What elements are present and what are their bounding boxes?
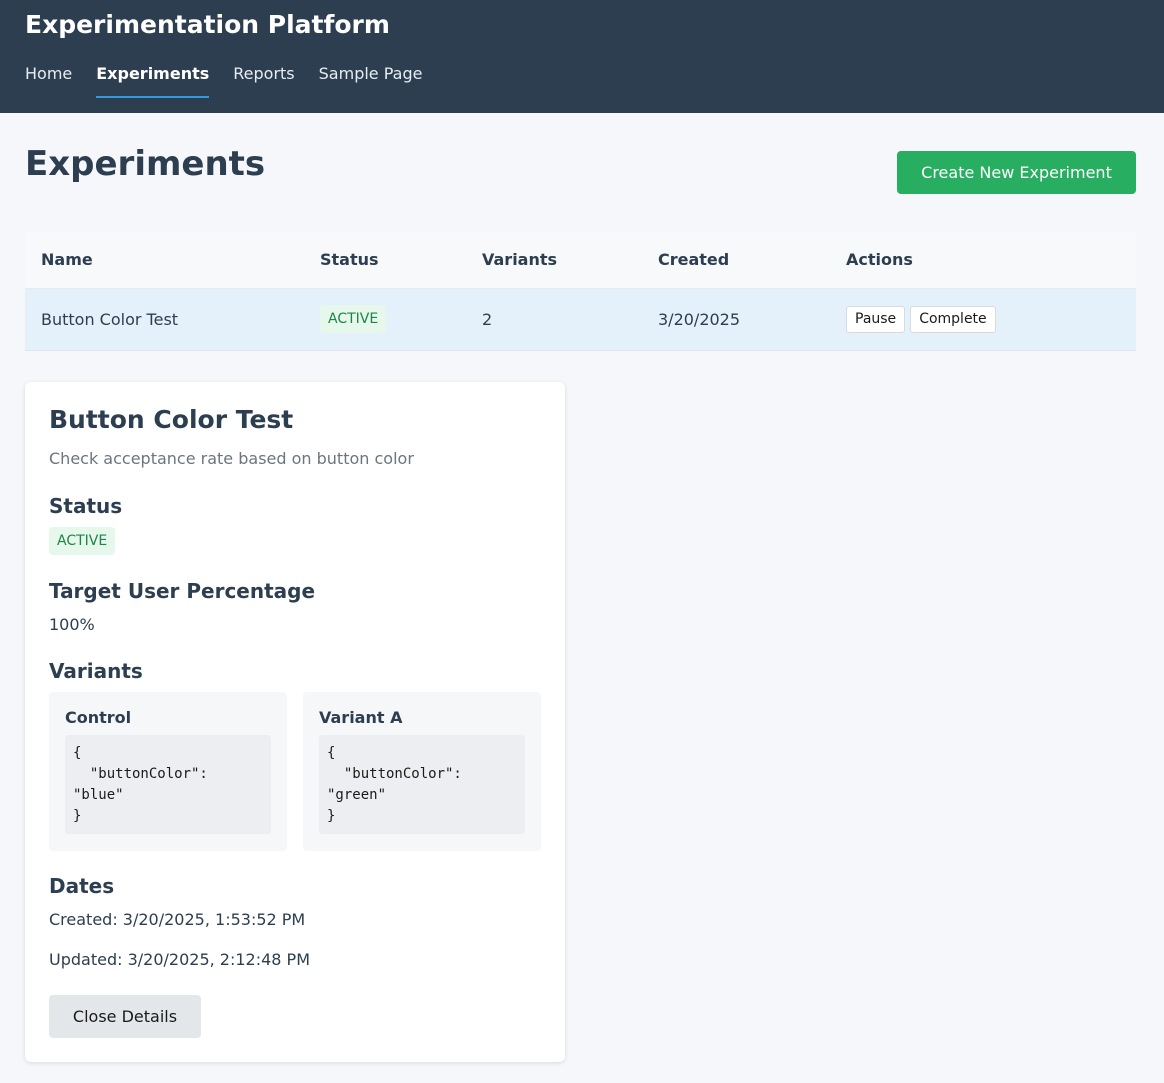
updated-date: Updated: 3/20/2025, 2:12:48 PM bbox=[49, 950, 311, 969]
close-details-button[interactable]: Close Details bbox=[49, 995, 201, 1038]
experiments-table: Name Status Variants Created Actions But… bbox=[25, 232, 1136, 351]
app-header: Experimentation Platform Home Experiment… bbox=[0, 0, 1164, 113]
nav-item-sample-page[interactable]: Sample Page bbox=[319, 62, 423, 98]
variant-config: { "buttonColor": "green" } bbox=[319, 735, 525, 834]
variant-config: { "buttonColor": "blue" } bbox=[65, 735, 271, 834]
table-header-row: Name Status Variants Created Actions bbox=[25, 232, 1136, 289]
details-status-badge: ACTIVE bbox=[49, 527, 116, 555]
nav-item-experiments[interactable]: Experiments bbox=[96, 62, 210, 98]
complete-button[interactable]: Complete bbox=[910, 305, 996, 333]
experiment-actions-cell: Pause Complete bbox=[830, 288, 1136, 351]
nav-item-home[interactable]: Home bbox=[25, 62, 72, 98]
create-experiment-button[interactable]: Create New Experiment bbox=[897, 151, 1136, 194]
column-header-actions: Actions bbox=[830, 232, 1136, 289]
status-heading: Status bbox=[49, 494, 123, 518]
pause-button[interactable]: Pause bbox=[846, 305, 906, 333]
column-header-variants: Variants bbox=[466, 232, 642, 289]
main-nav: Home Experiments Reports Sample Page bbox=[25, 62, 422, 98]
page-title: Experiments bbox=[25, 144, 266, 184]
variant-name: Control bbox=[65, 708, 132, 727]
table-row[interactable]: Button Color Test ACTIVE 2 3/20/2025 Pau… bbox=[25, 288, 1136, 351]
target-percentage-heading: Target User Percentage bbox=[49, 579, 316, 603]
variant-card-variant-a: Variant A { "buttonColor": "green" } bbox=[303, 692, 541, 851]
nav-item-reports[interactable]: Reports bbox=[233, 62, 294, 98]
column-header-name: Name bbox=[25, 232, 304, 289]
experiment-details-card: Button Color Test Check acceptance rate … bbox=[25, 382, 565, 1062]
app-title: Experimentation Platform bbox=[25, 10, 390, 39]
dates-heading: Dates bbox=[49, 874, 115, 898]
details-title: Button Color Test bbox=[49, 405, 294, 434]
created-date: Created: 3/20/2025, 1:53:52 PM bbox=[49, 910, 306, 929]
variant-name: Variant A bbox=[319, 708, 403, 727]
status-badge: ACTIVE bbox=[320, 305, 387, 333]
experiment-variants-cell: 2 bbox=[466, 288, 642, 351]
column-header-created: Created bbox=[642, 232, 830, 289]
experiment-status-cell: ACTIVE bbox=[304, 288, 466, 351]
target-percentage-value: 100% bbox=[49, 615, 95, 634]
experiment-created-cell: 3/20/2025 bbox=[642, 288, 830, 351]
details-description: Check acceptance rate based on button co… bbox=[49, 449, 414, 468]
variants-heading: Variants bbox=[49, 659, 143, 683]
experiment-name-cell: Button Color Test bbox=[25, 288, 304, 351]
variant-card-control: Control { "buttonColor": "blue" } bbox=[49, 692, 287, 851]
column-header-status: Status bbox=[304, 232, 466, 289]
